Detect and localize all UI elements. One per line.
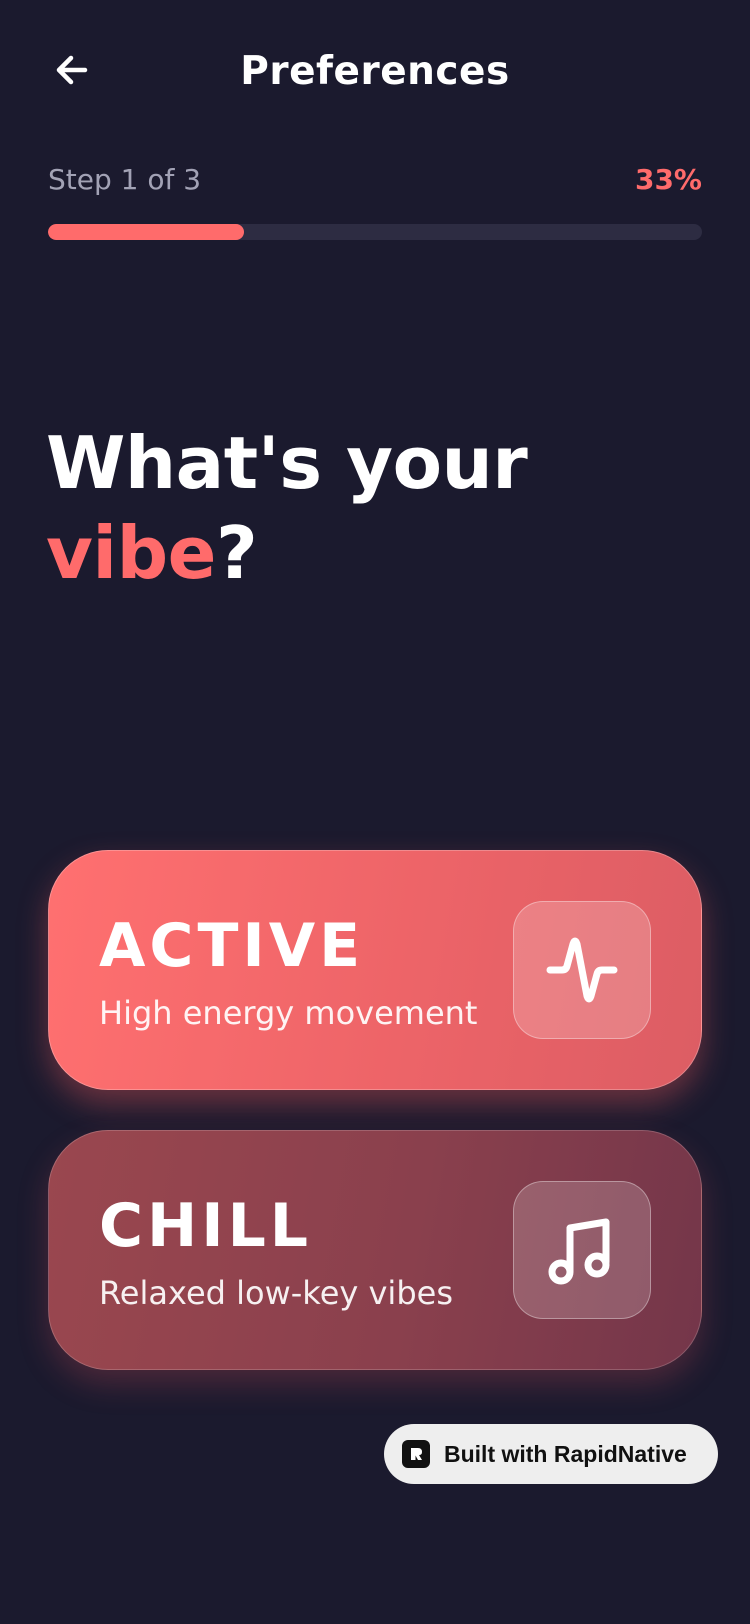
option-title: CHILL	[99, 1191, 313, 1261]
music-note-icon	[548, 1218, 610, 1285]
built-with-badge[interactable]: Built with RapidNative	[384, 1424, 718, 1484]
rapidnative-logo-icon	[402, 1440, 430, 1468]
header: Preferences	[0, 0, 750, 145]
question-heading-punctuation: ?	[215, 511, 258, 595]
progress-bar-fill	[48, 224, 245, 240]
progress-labels: Step 1 of 3 33%	[48, 160, 702, 200]
question-heading-line1: What's your	[46, 421, 528, 505]
option-title: ACTIVE	[99, 911, 365, 981]
option-subtitle: High energy movement	[99, 994, 478, 1032]
question-heading-accent: vibe	[46, 511, 216, 595]
option-icon-tile	[513, 901, 651, 1039]
option-card-chill[interactable]: CHILL Relaxed low-key vibes	[48, 1130, 702, 1370]
option-subtitle: Relaxed low-key vibes	[99, 1274, 453, 1312]
step-indicator: Step 1 of 3	[48, 163, 202, 196]
option-icon-tile	[513, 1181, 651, 1319]
badge-label: Built with RapidNative	[444, 1440, 687, 1467]
progress-bar	[48, 224, 702, 240]
option-card-active[interactable]: ACTIVE High energy movement	[48, 850, 702, 1090]
activity-pulse-icon	[546, 937, 618, 1003]
page-title: Preferences	[240, 49, 510, 94]
progress-percent: 33%	[634, 163, 702, 196]
question-heading-line2: vibe?	[46, 508, 527, 598]
question-heading: What's your vibe?	[46, 418, 528, 598]
